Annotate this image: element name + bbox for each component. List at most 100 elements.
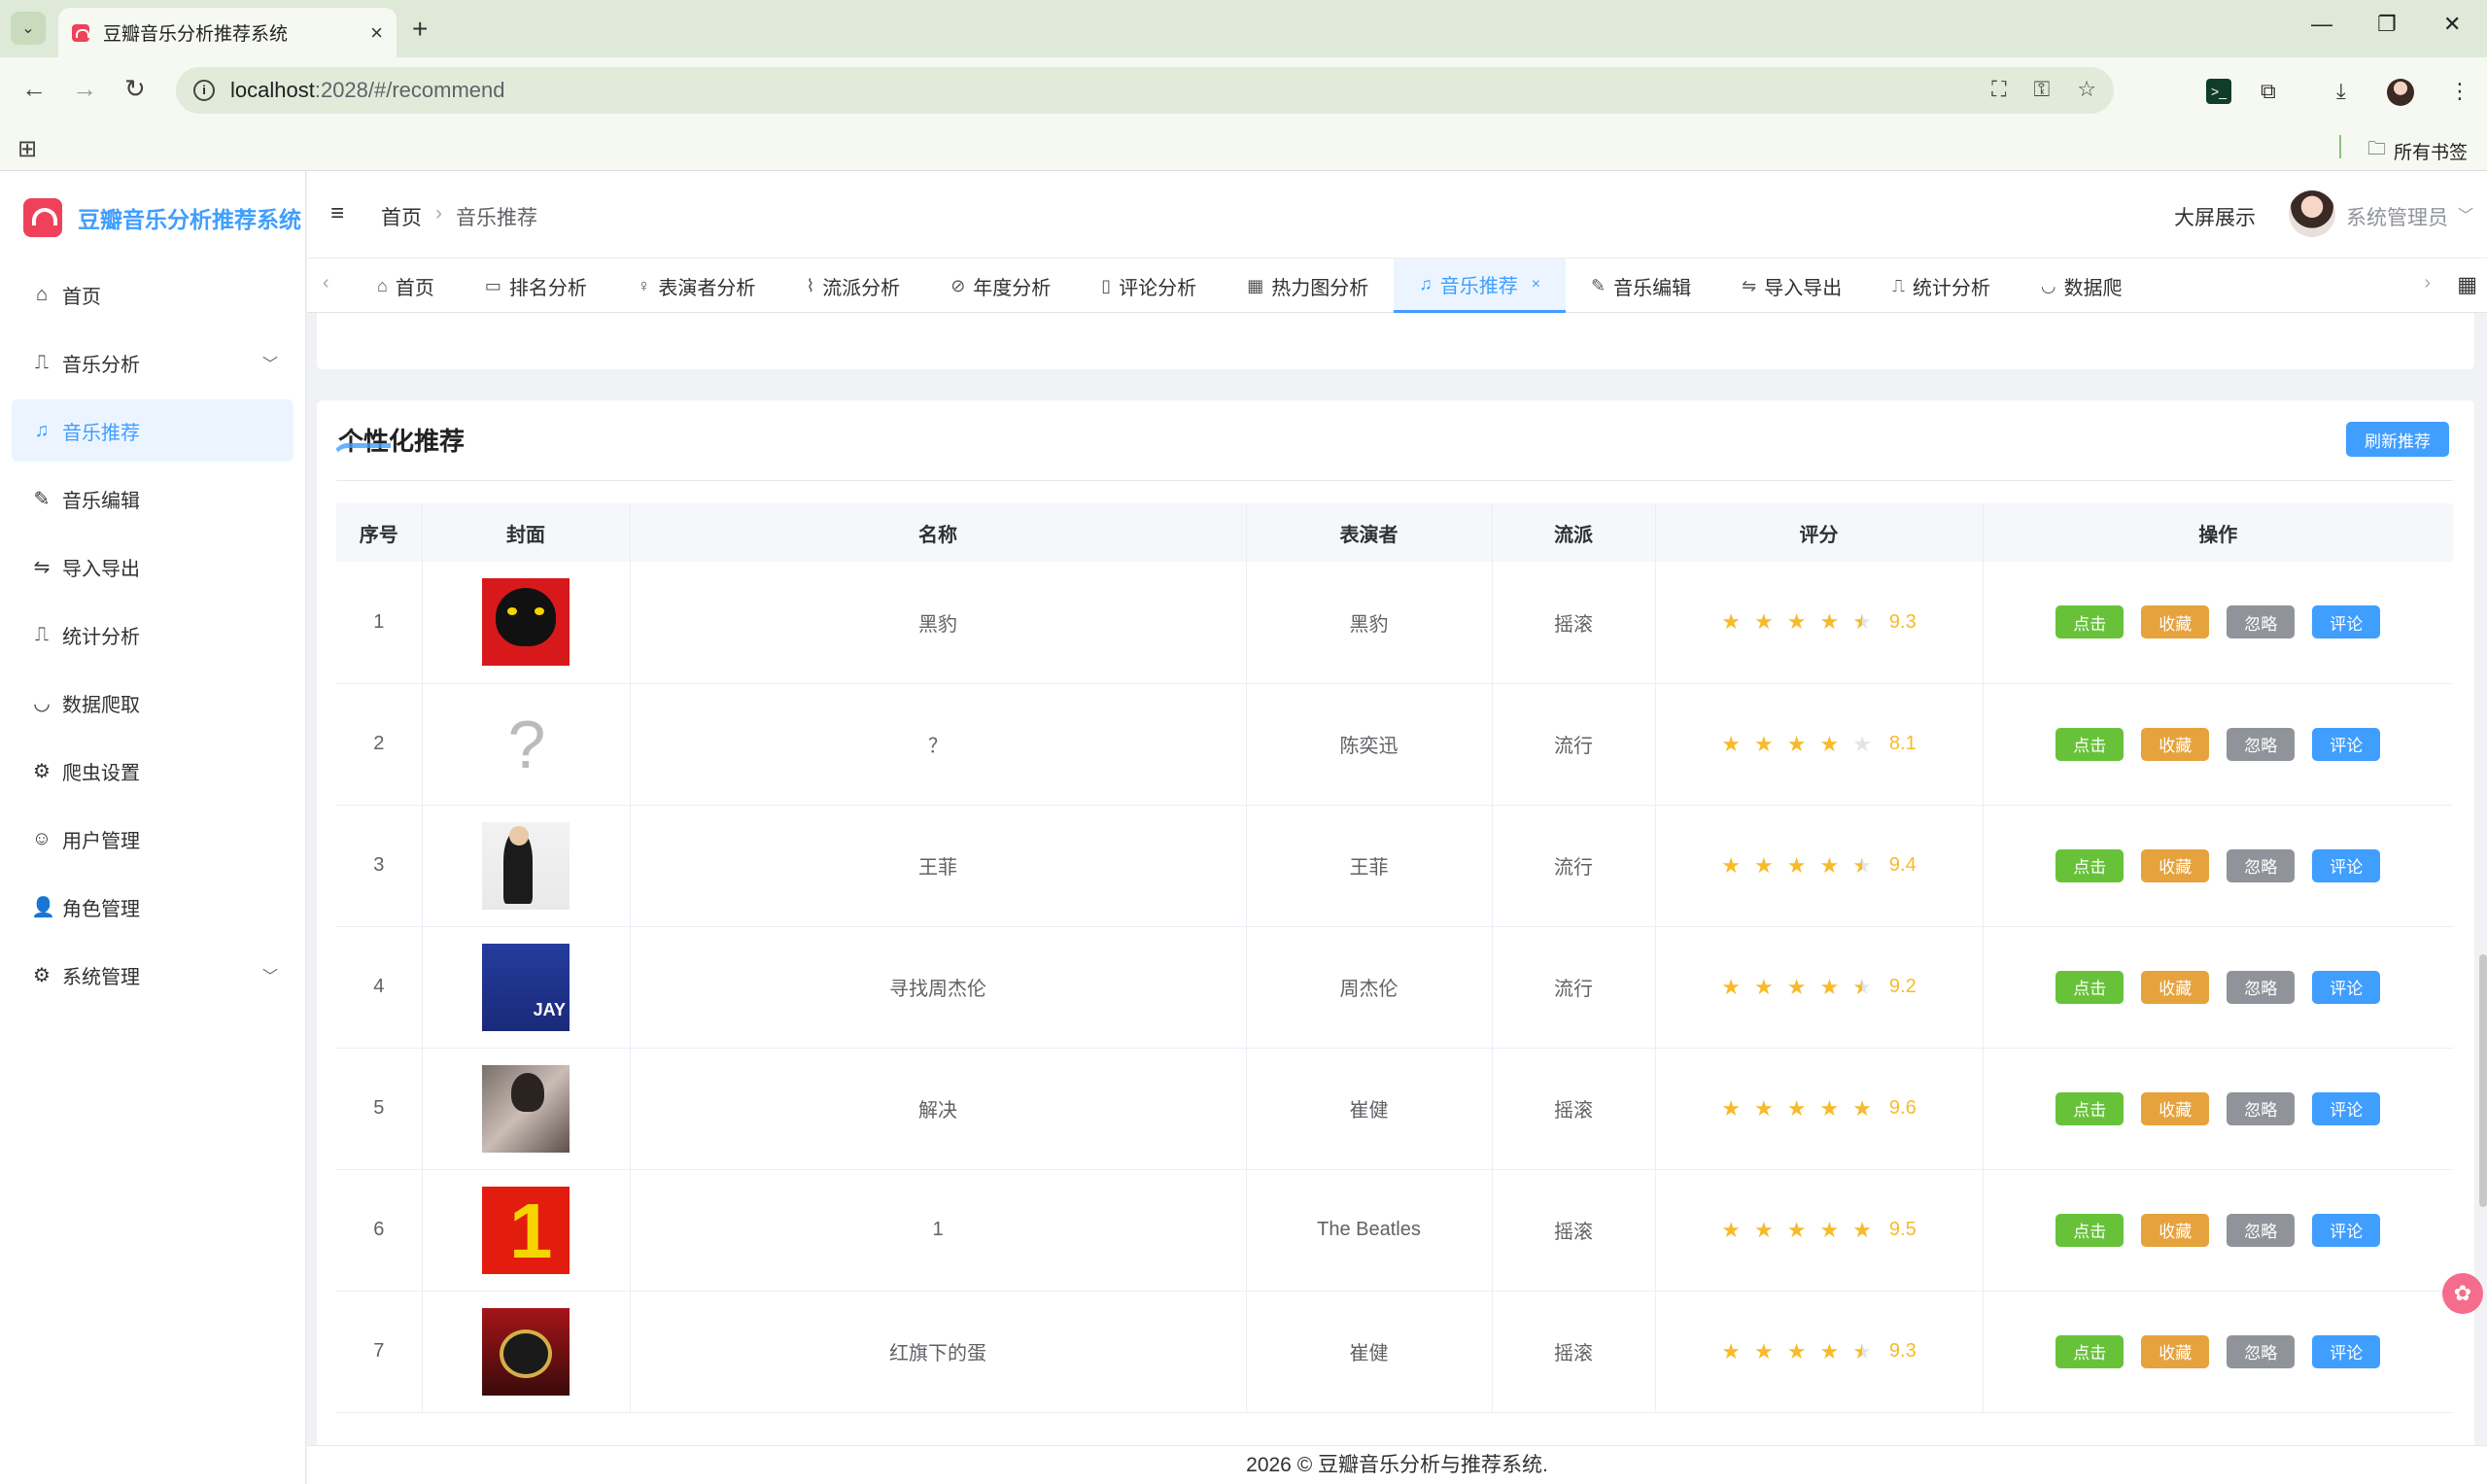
window-close-button[interactable]: ✕: [2443, 12, 2461, 37]
album-cover-image[interactable]: ?: [482, 700, 570, 788]
star-icon[interactable]: ★: [1754, 1096, 1774, 1122]
browser-tab[interactable]: 豆瓣音乐分析推荐系统 ×: [58, 8, 397, 57]
back-button[interactable]: ←: [21, 74, 47, 104]
hamburger-icon[interactable]: ≡: [330, 200, 344, 227]
star-icon[interactable]: ★: [1787, 853, 1807, 879]
breadcrumb-home[interactable]: 首页: [381, 202, 422, 231]
comment-button[interactable]: 评论: [2312, 727, 2381, 761]
translate-icon[interactable]: ⛶: [1991, 77, 2006, 102]
star-icon[interactable]: ★: [1819, 975, 1839, 1000]
chevron-down-icon[interactable]: ﹀: [2458, 202, 2473, 225]
close-icon[interactable]: ×: [1532, 276, 1540, 293]
ignore-button[interactable]: 忽略: [2227, 848, 2296, 882]
download-icon[interactable]: ⤓: [2336, 79, 2346, 104]
tab-comment-analysis[interactable]: ▯ 评论分析: [1076, 259, 1222, 313]
star-icon[interactable]: ★: [1819, 732, 1839, 757]
sidebar-item-crawler-settings[interactable]: ⚙ 爬虫设置: [12, 740, 294, 802]
star-icon[interactable]: ★: [1787, 1096, 1807, 1122]
sidebar-item-music-recommend[interactable]: ♫ 音乐推荐: [12, 399, 294, 462]
click-button[interactable]: 点击: [2055, 848, 2124, 882]
ignore-button[interactable]: 忽略: [2227, 970, 2296, 1004]
favorite-button[interactable]: 收藏: [2141, 1213, 2210, 1247]
star-rating[interactable]: ★ ★ ★ ★ ★ 9.3: [1721, 1339, 1916, 1364]
ignore-button[interactable]: 忽略: [2227, 1091, 2296, 1125]
sidebar-item-music-edit[interactable]: ✎ 音乐编辑: [12, 467, 294, 530]
sidebar-item-system[interactable]: ⚙ 系统管理 ﹀: [12, 944, 294, 1006]
tab-music-edit[interactable]: ✎ 音乐编辑: [1566, 259, 1716, 313]
comment-button[interactable]: 评论: [2312, 848, 2381, 882]
star-icon[interactable]: ★: [1721, 853, 1741, 879]
star-icon[interactable]: ★: [1787, 732, 1807, 757]
star-icon[interactable]: ★: [1787, 1218, 1807, 1243]
minimize-button[interactable]: —: [2311, 12, 2332, 37]
sidebar-item-users[interactable]: ☺ 用户管理: [12, 808, 294, 870]
ignore-button[interactable]: 忽略: [2227, 727, 2296, 761]
tab-data-crawl[interactable]: ◡ 数据爬: [2016, 259, 2148, 313]
sidebar-item-roles[interactable]: 👤 角色管理: [12, 876, 294, 938]
all-bookmarks-button[interactable]: 🗀 所有书签: [2367, 135, 2468, 166]
star-icon[interactable]: ★: [1721, 1218, 1741, 1243]
sidebar-item-import-export[interactable]: ⇋ 导入导出: [12, 535, 294, 598]
favorite-button[interactable]: 收藏: [2141, 970, 2210, 1004]
forward-button[interactable]: →: [72, 74, 97, 104]
star-icon[interactable]: ★: [1754, 1339, 1774, 1364]
tab-statistics[interactable]: ⎍ 统计分析: [1867, 259, 2016, 313]
favorite-button[interactable]: 收藏: [2141, 848, 2210, 882]
star-icon[interactable]: ★: [1787, 975, 1807, 1000]
comment-button[interactable]: 评论: [2312, 970, 2381, 1004]
new-tab-button[interactable]: +: [412, 14, 428, 45]
star-icon[interactable]: ★: [1721, 1339, 1741, 1364]
star-icon[interactable]: ★: [1852, 609, 1872, 635]
star-icon[interactable]: ★: [1754, 853, 1774, 879]
avatar[interactable]: [2289, 190, 2335, 237]
click-button[interactable]: 点击: [2055, 970, 2124, 1004]
star-icon[interactable]: ★: [1754, 609, 1774, 635]
star-icon[interactable]: ★: [1852, 1096, 1872, 1122]
tab-import-export[interactable]: ⇋ 导入导出: [1716, 259, 1867, 313]
album-cover-image[interactable]: [482, 578, 570, 667]
star-icon[interactable]: ★: [1754, 975, 1774, 1000]
tab-home[interactable]: ⌂ 首页: [352, 259, 460, 313]
restore-button[interactable]: ❐: [2377, 12, 2397, 37]
favorite-button[interactable]: 收藏: [2141, 1334, 2210, 1368]
star-icon[interactable]: ★: [1819, 1096, 1839, 1122]
star-icon[interactable]: ★: [1852, 975, 1872, 1000]
sidebar-item-crawl[interactable]: ◡ 数据爬取: [12, 672, 294, 734]
sidebar-item-home[interactable]: ⌂ 首页: [12, 263, 294, 326]
click-button[interactable]: 点击: [2055, 1213, 2124, 1247]
comment-button[interactable]: 评论: [2312, 605, 2381, 639]
click-button[interactable]: 点击: [2055, 1091, 2124, 1125]
album-cover-image[interactable]: [482, 821, 570, 910]
tab-heatmap-analysis[interactable]: ▦ 热力图分析: [1222, 259, 1394, 313]
star-icon[interactable]: ★: [1721, 975, 1741, 1000]
big-screen-link[interactable]: 大屏展示: [2174, 202, 2256, 231]
tab-rank-analysis[interactable]: ▭ 排名分析: [460, 259, 612, 313]
album-cover-image[interactable]: [482, 1064, 570, 1153]
star-icon[interactable]: ★: [1819, 609, 1839, 635]
tab-genre-analysis[interactable]: ⌇ 流派分析: [780, 259, 925, 313]
album-cover-image[interactable]: 1: [482, 1186, 570, 1274]
site-info-icon[interactable]: i: [193, 80, 215, 101]
tab-year-analysis[interactable]: ⊘ 年度分析: [925, 259, 1076, 313]
comment-button[interactable]: 评论: [2312, 1091, 2381, 1125]
album-cover-image[interactable]: [482, 1307, 570, 1396]
star-icon[interactable]: ★: [1852, 732, 1872, 757]
extensions-icon[interactable]: ⧉: [2261, 79, 2276, 104]
star-icon[interactable]: ★: [1819, 1218, 1839, 1243]
ignore-button[interactable]: 忽略: [2227, 1213, 2296, 1247]
profile-avatar[interactable]: [2387, 79, 2414, 106]
refresh-recommend-button[interactable]: 刷新推荐: [2346, 422, 2449, 457]
click-button[interactable]: 点击: [2055, 605, 2124, 639]
tab-search-button[interactable]: ⌄: [11, 12, 46, 45]
star-icon[interactable]: ★: [1819, 853, 1839, 879]
favorite-button[interactable]: 收藏: [2141, 1091, 2210, 1125]
star-rating[interactable]: ★ ★ ★ ★ ★ 9.5: [1721, 1218, 1916, 1243]
terminal-extension-icon[interactable]: >_: [2206, 79, 2231, 104]
click-button[interactable]: 点击: [2055, 1334, 2124, 1368]
tab-music-recommend[interactable]: ♫ 音乐推荐 ×: [1394, 259, 1567, 313]
click-button[interactable]: 点击: [2055, 727, 2124, 761]
comment-button[interactable]: 评论: [2312, 1334, 2381, 1368]
star-rating[interactable]: ★ ★ ★ ★ ★ 9.2: [1721, 975, 1916, 1000]
star-bookmark-icon[interactable]: ☆: [2077, 77, 2096, 102]
more-menu-icon[interactable]: ⋮: [2449, 79, 2470, 104]
